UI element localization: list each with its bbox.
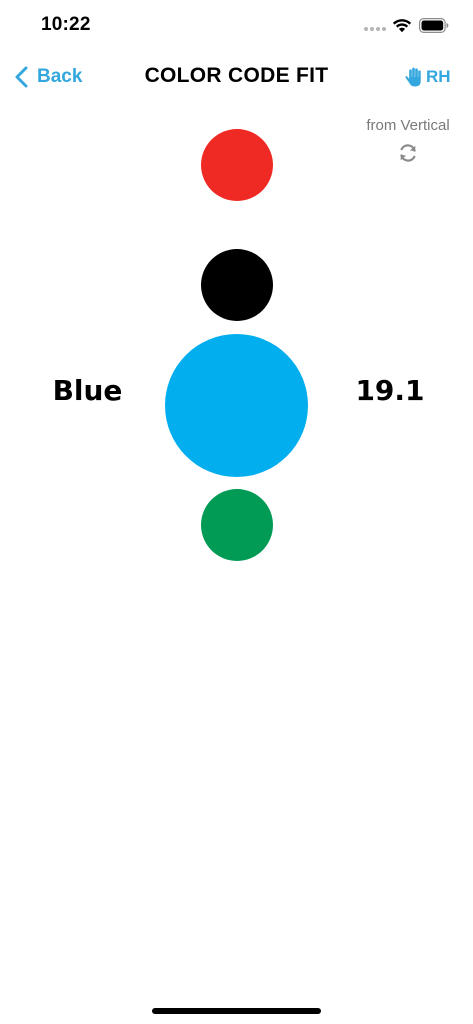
- battery-icon: [419, 18, 449, 33]
- home-indicator: [152, 1008, 321, 1014]
- orientation-label: from Vertical: [366, 117, 450, 134]
- blue-circle-selected[interactable]: [165, 334, 308, 477]
- page-title: COLOR CODE FIT: [144, 64, 329, 87]
- refresh-icon[interactable]: [397, 142, 419, 164]
- wifi-icon: [392, 19, 412, 33]
- cellular-dots-icon: [364, 27, 386, 33]
- selected-color-value: 19.1: [355, 374, 425, 407]
- handedness-label: RH: [426, 67, 451, 86]
- status-bar: 10:22: [0, 0, 473, 52]
- red-circle[interactable]: [201, 129, 273, 201]
- navigation-bar: Back COLOR CODE FIT RH: [0, 52, 473, 102]
- handedness-button[interactable]: RH: [405, 63, 451, 91]
- status-time: 10:22: [41, 14, 91, 35]
- selected-color-name: Blue: [52, 374, 123, 407]
- green-circle[interactable]: [201, 489, 273, 561]
- hand-icon: [405, 67, 421, 87]
- black-circle[interactable]: [201, 249, 273, 321]
- orientation-reference: from Vertical: [358, 117, 458, 164]
